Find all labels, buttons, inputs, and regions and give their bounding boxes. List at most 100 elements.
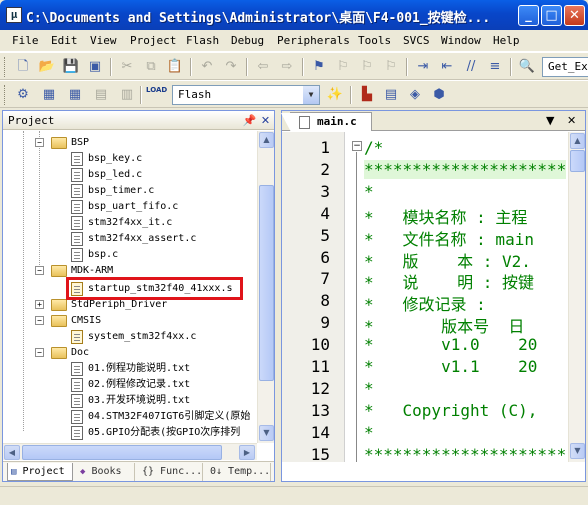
undo-icon[interactable]: ↶ [198, 58, 216, 76]
editor-vertical-scrollbar[interactable]: ▲ ▼ [568, 132, 585, 462]
collapse-icon[interactable]: − [35, 348, 44, 357]
tree-file[interactable]: 02.例程修改记录.txt [71, 377, 257, 393]
project-horizontal-scrollbar[interactable]: ◀ ▶ [3, 443, 257, 460]
code-line: * 版本号 日 [364, 317, 525, 337]
tree-file[interactable]: stm32f4xx_it.c [71, 215, 251, 231]
menu-tools[interactable]: Tools [358, 34, 391, 47]
batch-build-icon[interactable]: ▤ [92, 86, 110, 104]
save-all-icon[interactable]: ▣ [86, 58, 104, 76]
scroll-up-icon[interactable]: ▲ [259, 132, 274, 148]
save-icon[interactable]: 💾 [62, 58, 80, 76]
tree-file[interactable]: bsp_key.c [71, 151, 251, 167]
tree-line [39, 131, 40, 269]
redo-icon[interactable]: ↷ [222, 58, 240, 76]
tab-templates[interactable]: 0↓ Temp... [207, 463, 271, 481]
stop-build-icon[interactable]: ▥ [118, 86, 136, 104]
run-time-environment-icon[interactable]: ⬢ [430, 86, 448, 104]
select-packs-icon[interactable]: ◈ [406, 86, 424, 104]
scroll-thumb[interactable] [259, 185, 274, 381]
scroll-left-icon[interactable]: ◀ [4, 445, 20, 460]
rebuild-icon[interactable]: ▦ [66, 86, 84, 104]
translate-icon[interactable]: ⚙ [14, 86, 32, 104]
fold-guide [356, 152, 357, 462]
minimize-button[interactable]: _ [518, 5, 539, 26]
toolbar-grip[interactable] [4, 57, 7, 77]
tree-file[interactable]: 03.开发环境说明.txt [71, 393, 257, 409]
new-file-icon[interactable]: 🗋 [14, 58, 32, 76]
scroll-down-icon[interactable]: ▼ [570, 443, 585, 459]
code-area[interactable]: /* ********************* * * 模块名称 : 主程 * 文件名… [346, 132, 566, 462]
copy-icon[interactable]: ⧉ [142, 58, 160, 76]
nav-back-icon[interactable]: ⇦ [254, 58, 272, 76]
manage-project-items-icon[interactable]: ▤ [382, 86, 400, 104]
close-tab-icon[interactable]: ✕ [567, 114, 576, 127]
next-bookmark-icon[interactable]: ⚐ [358, 58, 376, 76]
find-in-files-icon[interactable]: 🔍 [518, 58, 536, 76]
menu-help[interactable]: Help [493, 34, 520, 47]
tree-file[interactable]: bsp_timer.c [71, 183, 251, 199]
scroll-thumb[interactable] [22, 445, 222, 460]
tree-file[interactable]: bsp_uart_fifo.c [71, 199, 251, 215]
build-icon[interactable]: ▦ [40, 86, 58, 104]
tree-file[interactable]: bsp_led.c [71, 167, 251, 183]
tree-line [23, 131, 24, 431]
indent-icon[interactable]: ⇥ [414, 58, 432, 76]
tree-folder-bsp[interactable]: − BSP [35, 135, 235, 151]
menu-peripherals[interactable]: Peripherals [277, 34, 350, 47]
scroll-down-icon[interactable]: ▼ [259, 425, 274, 441]
cut-icon[interactable]: ✂ [118, 58, 136, 76]
menu-flash[interactable]: Flash [186, 34, 219, 47]
menu-svcs[interactable]: SVCS [403, 34, 430, 47]
paste-icon[interactable]: 📋 [166, 58, 184, 76]
uncomment-icon[interactable]: ≡ [486, 58, 504, 76]
scroll-up-icon[interactable]: ▲ [570, 133, 585, 149]
fold-collapse-icon[interactable]: − [352, 141, 362, 151]
collapse-icon[interactable]: − [35, 266, 44, 275]
bookmark-icon[interactable]: ⚑ [310, 58, 328, 76]
comment-icon[interactable]: // [462, 58, 480, 76]
menu-project[interactable]: Project [130, 34, 176, 47]
prev-bookmark-icon[interactable]: ⚐ [334, 58, 352, 76]
tree-file[interactable]: 05.GPIO分配表(按GPIO次序排列 [71, 425, 257, 441]
target-select[interactable]: Flash ▼ [172, 85, 320, 105]
menu-window[interactable]: Window [441, 34, 481, 47]
scroll-thumb[interactable] [570, 150, 585, 172]
open-file-icon[interactable]: 📂 [38, 58, 56, 76]
tree-file[interactable]: 01.例程功能说明.txt [71, 361, 257, 377]
expand-icon[interactable]: + [35, 300, 44, 309]
tab-functions[interactable]: {} Func... [139, 463, 203, 481]
project-vertical-scrollbar[interactable]: ▲ ▼ [257, 131, 274, 443]
tree-file[interactable]: stm32f4xx_assert.c [71, 231, 251, 247]
tab-main-c[interactable]: main.c [281, 112, 372, 132]
tab-project[interactable]: ▤ Project [7, 463, 73, 481]
nav-forward-icon[interactable]: ⇨ [278, 58, 296, 76]
find-combo[interactable]: Get_Ex [542, 57, 588, 77]
tab-books[interactable]: ◆ Books [77, 463, 135, 481]
menu-view[interactable]: View [90, 34, 117, 47]
collapse-icon[interactable]: − [35, 316, 44, 325]
unindent-icon[interactable]: ⇤ [438, 58, 456, 76]
manage-components-icon[interactable]: ▙ [358, 86, 376, 104]
tab-list-dropdown-icon[interactable]: ▼ [546, 114, 554, 127]
collapse-icon[interactable]: − [35, 138, 44, 147]
code-line: * [364, 378, 374, 398]
scroll-right-icon[interactable]: ▶ [239, 445, 255, 460]
tree-folder-cmsis[interactable]: − CMSIS [35, 313, 235, 329]
load-download-icon[interactable]: LOAD [146, 86, 167, 104]
pin-icon[interactable]: 📌 [242, 113, 257, 128]
tree-file[interactable]: system_stm32f4xx.c [71, 329, 251, 345]
menu-debug[interactable]: Debug [231, 34, 264, 47]
toolbar-grip[interactable] [4, 85, 7, 105]
target-options-icon[interactable]: ✨ [326, 86, 344, 104]
close-panel-icon[interactable]: ✕ [258, 113, 273, 128]
maximize-button[interactable]: □ [541, 5, 562, 26]
chevron-down-icon[interactable]: ▼ [303, 86, 319, 104]
tree-file[interactable]: 04.STM32F407IGT6引脚定义(原始 [71, 409, 257, 425]
menu-edit[interactable]: Edit [51, 34, 78, 47]
menu-file[interactable]: File [12, 34, 39, 47]
tree-folder-doc[interactable]: − Doc [35, 345, 235, 361]
tree-file[interactable]: bsp.c [71, 247, 251, 263]
target-select-value: Flash [178, 88, 212, 101]
close-button[interactable]: ✕ [564, 5, 585, 26]
clear-bookmarks-icon[interactable]: ⚐ [382, 58, 400, 76]
